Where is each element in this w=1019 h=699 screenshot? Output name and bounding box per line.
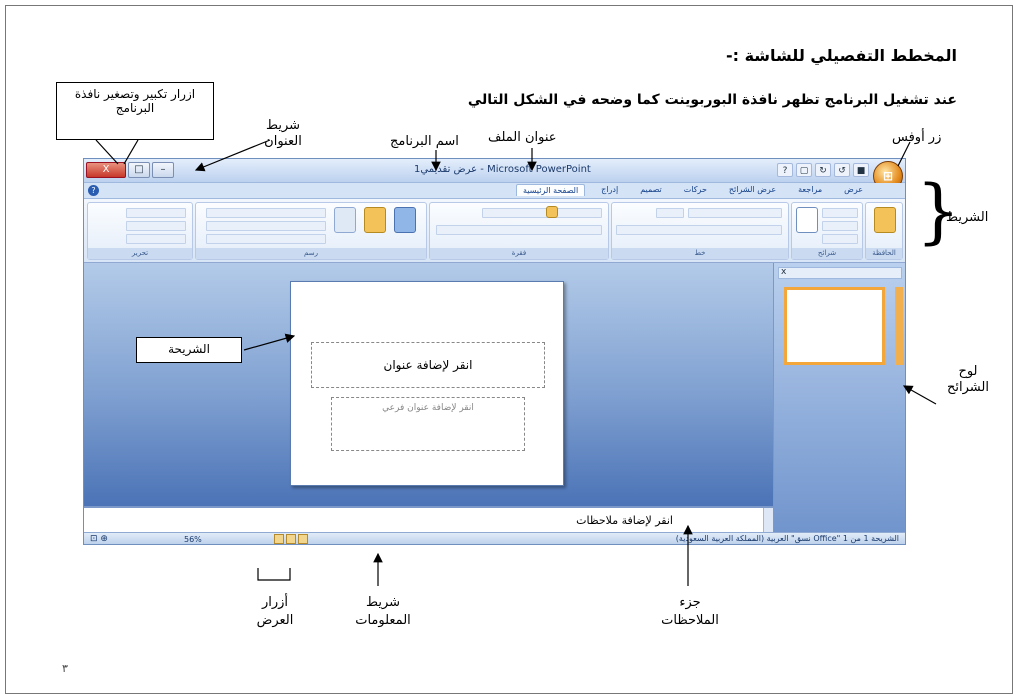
close-icon[interactable]: x <box>781 267 786 277</box>
shape-effects-button[interactable] <box>206 234 326 244</box>
ribbon-tab[interactable]: الصفحة الرئيسية <box>515 184 586 196</box>
delete-button[interactable] <box>822 234 858 244</box>
quick-styles-icon[interactable] <box>334 207 356 233</box>
view-buttons <box>274 534 308 544</box>
callout-title-bar: شريط العنوان <box>264 118 302 149</box>
notes-pane: انقر لإضافة ملاحظات <box>84 506 773 532</box>
slide-editing-area: انقر لإضافة عنوان انقر لإضافة عنوان فرعي <box>84 263 773 506</box>
slideshow-view-icon[interactable] <box>298 534 308 544</box>
window-controls: X □ – <box>86 162 174 178</box>
ribbon-tab[interactable]: عرض <box>838 184 869 196</box>
ribbon-tab[interactable]: عرض الشرائح <box>723 184 782 196</box>
callout-office-button: زر أوفس <box>892 130 942 145</box>
replace-button[interactable] <box>126 221 186 231</box>
callout-min-max-buttons: ازرار تكبير وتصغير نافذة البرنامج <box>56 82 214 140</box>
select-button[interactable] <box>126 234 186 244</box>
shapes-icon[interactable] <box>394 207 416 233</box>
font-size-select[interactable] <box>656 208 684 218</box>
help-icon[interactable]: ? <box>88 185 99 196</box>
group-label: تحرير <box>88 248 192 259</box>
callout-program-name: اسم البرنامج <box>390 134 459 149</box>
paste-icon[interactable] <box>874 207 896 233</box>
ribbon-group-clipboard: الحافظة <box>865 202 903 260</box>
zoom-level[interactable]: 56% <box>184 535 202 544</box>
close-button[interactable]: X <box>86 162 126 178</box>
group-label: فقرة <box>430 248 608 259</box>
status-bar: ⊡ ⊕ 56% الشريحة 1 من 1 "Office نسق" العر… <box>84 532 905 544</box>
page-heading: المخطط التفصيلي للشاشة :- <box>725 46 957 65</box>
ribbon-tab[interactable]: إدراج <box>595 184 624 196</box>
callout-notes-pane: جزء الملاحظات <box>661 595 719 628</box>
quick-access-toolbar: ? ▢ ↻ ↺ ■ <box>777 163 869 177</box>
notes-scrollbar[interactable] <box>763 508 773 532</box>
callout-slides-pane: لوح الشرائح <box>947 364 989 395</box>
shape-fill-button[interactable] <box>206 208 326 218</box>
fit-window-icon[interactable]: ⊡ ⊕ <box>90 534 108 544</box>
slide-sorter-view-icon[interactable] <box>286 534 296 544</box>
slides-pane: x <box>773 263 905 538</box>
layout-button[interactable] <box>822 208 858 218</box>
ribbon-tab-bar: ? الصفحة الرئيسية إدراج تصميم حركات عرض الشر… <box>84 183 905 199</box>
group-label: الحافظة <box>866 248 902 259</box>
callout-status-bar: شريط المعلومات <box>355 595 411 628</box>
ribbon-group-font: خط <box>611 202 789 260</box>
ribbon-tab-list: الصفحة الرئيسية إدراج تصميم حركات عرض الشرائ… <box>515 184 869 196</box>
save-icon[interactable]: ■ <box>853 163 869 177</box>
slides-pane-tabs[interactable]: x <box>778 267 902 279</box>
ribbon-group-slides: شرائح <box>791 202 863 260</box>
ribbon-group-editing: تحرير <box>87 202 193 260</box>
callout-file-title: عنوان الملف <box>488 130 557 145</box>
callout-view-buttons: أزرار العرض <box>256 595 294 628</box>
title-placeholder[interactable]: انقر لإضافة عنوان <box>311 342 545 388</box>
group-label: شرائح <box>792 248 862 259</box>
alignment-buttons[interactable] <box>436 225 602 235</box>
undo-icon[interactable]: ↺ <box>834 163 850 177</box>
group-label: خط <box>612 248 788 259</box>
list-buttons[interactable] <box>482 208 602 218</box>
title-bar: X □ – عرض تقديمي1 - Microsoft PowerPoint… <box>84 159 905 191</box>
page-number: ٣ <box>62 662 68 675</box>
notes-placeholder[interactable]: انقر لإضافة ملاحظات <box>576 514 673 527</box>
group-label: رسم <box>196 248 426 259</box>
window-title: عرض تقديمي1 - Microsoft PowerPoint <box>414 164 591 175</box>
shape-outline-button[interactable] <box>206 221 326 231</box>
reset-button[interactable] <box>822 221 858 231</box>
ribbon-tab[interactable]: مراجعة <box>792 184 828 196</box>
ribbon-tab[interactable]: حركات <box>678 184 713 196</box>
status-text: الشريحة 1 من 1 "Office نسق" العربية (الم… <box>675 534 899 543</box>
page-subheading: عند تشغيل البرنامج تظهر نافذة البوربوينت… <box>467 92 957 108</box>
callout-ribbon: الشريط <box>946 210 989 225</box>
minimize-button[interactable]: – <box>152 162 174 178</box>
ribbon-group-paragraph: فقرة <box>429 202 609 260</box>
ribbon: الحافظة شرائح خط فقرة رسم تحرير <box>84 199 905 263</box>
text-direction-icon[interactable] <box>546 206 558 218</box>
callout-slide: الشريحة <box>136 337 242 363</box>
font-name-select[interactable] <box>688 208 782 218</box>
new-slide-button[interactable] <box>796 207 818 233</box>
slide-thumbnail[interactable] <box>784 287 885 365</box>
font-format-buttons[interactable] <box>616 225 782 235</box>
redo-icon[interactable]: ↻ <box>815 163 831 177</box>
ribbon-group-drawing: رسم <box>195 202 427 260</box>
thumbnail-scrollbar[interactable] <box>895 287 903 365</box>
maximize-button[interactable]: □ <box>128 162 150 178</box>
ribbon-tab[interactable]: تصميم <box>634 184 668 196</box>
subtitle-placeholder[interactable]: انقر لإضافة عنوان فرعي <box>331 397 525 451</box>
help-question-icon[interactable]: ? <box>777 163 793 177</box>
slide[interactable]: انقر لإضافة عنوان انقر لإضافة عنوان فرعي <box>290 281 564 486</box>
find-button[interactable] <box>126 208 186 218</box>
normal-view-icon[interactable] <box>274 534 284 544</box>
arrange-icon[interactable] <box>364 207 386 233</box>
new-slide-icon[interactable]: ▢ <box>796 163 812 177</box>
